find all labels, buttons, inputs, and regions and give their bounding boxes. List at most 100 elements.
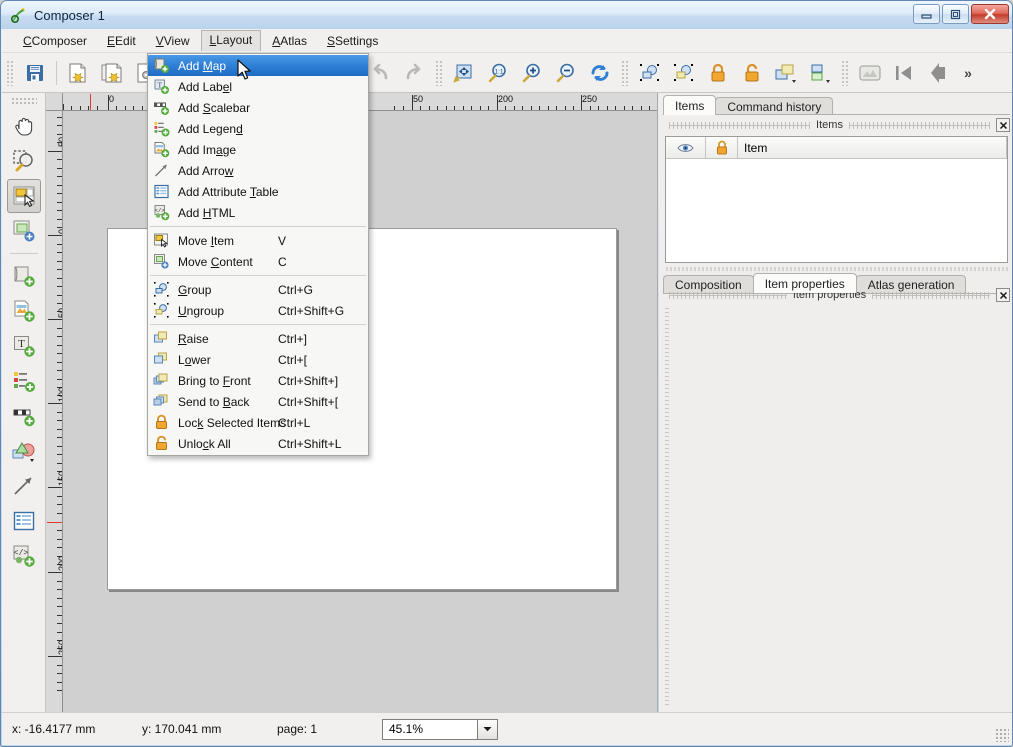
chevron-down-icon[interactable]	[478, 718, 498, 740]
menu-composer[interactable]: CComposer	[14, 31, 96, 51]
zoom-combobox[interactable]: 45.1%	[382, 718, 498, 740]
menu-item-add-label[interactable]: T Add Label	[148, 76, 368, 97]
toolbar-grip-4[interactable]	[841, 59, 850, 86]
items-panel-close-button[interactable]	[996, 118, 1010, 132]
atlas-first-button[interactable]	[887, 56, 921, 90]
item-properties-content[interactable]	[665, 305, 1008, 705]
menu-item-add-image[interactable]: Add Image	[148, 139, 368, 160]
menu-item-bring-to-front-label: Bring to Front	[178, 373, 251, 388]
zoom-value-input[interactable]: 45.1%	[382, 718, 478, 740]
group-button[interactable]	[633, 56, 667, 90]
items-panel-grip-left[interactable]	[669, 121, 811, 129]
toolbar-grip-3[interactable]	[621, 59, 630, 86]
menu-separator-2	[150, 275, 366, 276]
ungroup-button[interactable]	[667, 56, 701, 90]
unlock-all-button[interactable]	[735, 56, 769, 90]
menu-item-group[interactable]: Group Ctrl+G	[148, 279, 368, 300]
vertical-ruler[interactable]: -50 0 50	[46, 111, 63, 713]
refresh-view-button[interactable]	[583, 56, 617, 90]
svg-text:</>: </>	[13, 549, 28, 558]
zoom-out-button[interactable]	[549, 56, 583, 90]
add-html-tool-button[interactable]: </>	[7, 539, 41, 573]
lower-icon	[153, 351, 170, 368]
vruler-label--50: -50	[57, 136, 63, 150]
atlas-prev-button[interactable]	[921, 56, 955, 90]
zoom-tool-button[interactable]	[7, 144, 41, 178]
menu-item-lower[interactable]: Lower Ctrl+[	[148, 349, 368, 370]
menu-item-lock-selected-items[interactable]: Lock Selected Items Ctrl+L	[148, 412, 368, 433]
minimize-button[interactable]	[913, 4, 940, 24]
zoom-actual-button[interactable]: 1:1	[481, 56, 515, 90]
title-bar: Composer 1	[1, 1, 1012, 29]
menu-item-lower-label: Lower	[178, 352, 211, 367]
menu-atlas[interactable]: AAtlas	[263, 31, 316, 51]
zoom-in-button[interactable]	[515, 56, 549, 90]
menu-item-add-attribute-table[interactable]: Add Attribute Table	[148, 181, 368, 202]
add-map-tool-button[interactable]	[7, 259, 41, 293]
toolbar-overflow-button[interactable]: »	[955, 65, 981, 81]
raise-items-button[interactable]	[769, 56, 803, 90]
lock-column-header[interactable]	[706, 137, 738, 158]
menu-item-move-content[interactable]: Move Content C	[148, 251, 368, 272]
toolbar-separator	[56, 60, 57, 85]
toolbar-grip[interactable]	[6, 59, 15, 86]
items-list[interactable]: Item	[665, 136, 1008, 263]
tools-toolbar-grip[interactable]	[10, 97, 37, 106]
menu-item-bring-to-front[interactable]: Bring to Front Ctrl+Shift+]	[148, 370, 368, 391]
vruler-label-250: 250	[57, 639, 63, 655]
dock-splitter[interactable]	[665, 265, 1008, 273]
menu-layout[interactable]: LLayout	[200, 30, 262, 51]
items-list-body[interactable]	[666, 159, 1007, 262]
menu-item-unlock-all[interactable]: Unlock All Ctrl+Shift+L	[148, 433, 368, 454]
add-legend-tool-button[interactable]	[7, 364, 41, 398]
menu-item-add-html[interactable]: </> Add HTML	[148, 202, 368, 223]
zoom-full-button[interactable]	[447, 56, 481, 90]
menu-edit[interactable]: EEdit	[98, 31, 145, 51]
add-scalebar-tool-button[interactable]	[7, 399, 41, 433]
save-project-button[interactable]	[18, 56, 52, 90]
menu-composer-label: Composer	[31, 33, 88, 48]
menu-item-add-scalebar[interactable]: Add Scalebar	[148, 97, 368, 118]
atlas-settings-button[interactable]	[853, 56, 887, 90]
close-button[interactable]	[971, 4, 1009, 24]
add-label-tool-button[interactable]: T	[7, 329, 41, 363]
items-panel-grip-right[interactable]	[848, 121, 990, 129]
resize-grip[interactable]	[995, 728, 1009, 742]
maximize-button[interactable]	[942, 4, 969, 24]
new-composer-button[interactable]	[61, 56, 95, 90]
lock-items-button[interactable]	[701, 56, 735, 90]
group-icon	[153, 281, 170, 298]
menu-settings[interactable]: SSettings	[318, 31, 387, 51]
menu-item-ungroup[interactable]: Ungroup Ctrl+Shift+G	[148, 300, 368, 321]
move-item-content-tool-button[interactable]	[7, 214, 41, 248]
menu-item-send-to-back[interactable]: Send to Back Ctrl+Shift+[	[148, 391, 368, 412]
tab-command-history[interactable]: Command history	[715, 97, 834, 115]
add-image-tool-button[interactable]	[7, 294, 41, 328]
pan-tool-button[interactable]	[7, 109, 41, 143]
menu-edit-label: Edit	[115, 33, 136, 48]
properties-panel-close-button[interactable]	[996, 288, 1010, 302]
add-arrow-tool-button[interactable]	[7, 469, 41, 503]
menu-item-move-item[interactable]: Move Item V	[148, 230, 368, 251]
menu-item-raise[interactable]: Raise Ctrl+]	[148, 328, 368, 349]
toolbar-grip-2[interactable]	[435, 59, 444, 86]
align-items-button[interactable]	[803, 56, 837, 90]
visibility-column-header[interactable]	[666, 137, 706, 158]
menu-item-add-arrow[interactable]: Add Arrow	[148, 160, 368, 181]
add-attribute-table-icon	[153, 183, 170, 200]
tab-items[interactable]: Items	[663, 95, 717, 115]
add-shape-tool-button[interactable]	[7, 434, 41, 468]
add-attribute-table-tool-button[interactable]	[7, 504, 41, 538]
properties-panel-grip-right[interactable]	[872, 291, 990, 299]
menu-item-add-legend[interactable]: Add Legend	[148, 118, 368, 139]
tab-item-properties[interactable]: Item properties	[752, 273, 857, 293]
item-name-column-header[interactable]: Item	[738, 137, 1007, 158]
menu-item-add-map[interactable]: Add Map	[148, 55, 368, 76]
duplicate-composer-button[interactable]	[95, 56, 129, 90]
layout-dropdown-menu[interactable]: Add Map T Add Label Add Scalebar Add Leg…	[147, 53, 369, 456]
menu-view[interactable]: VView	[147, 31, 199, 51]
select-move-item-tool-button[interactable]	[6, 179, 41, 213]
raise-icon	[153, 330, 170, 347]
menu-item-add-html-label: Add HTML	[178, 205, 236, 220]
redo-button[interactable]	[397, 56, 431, 90]
